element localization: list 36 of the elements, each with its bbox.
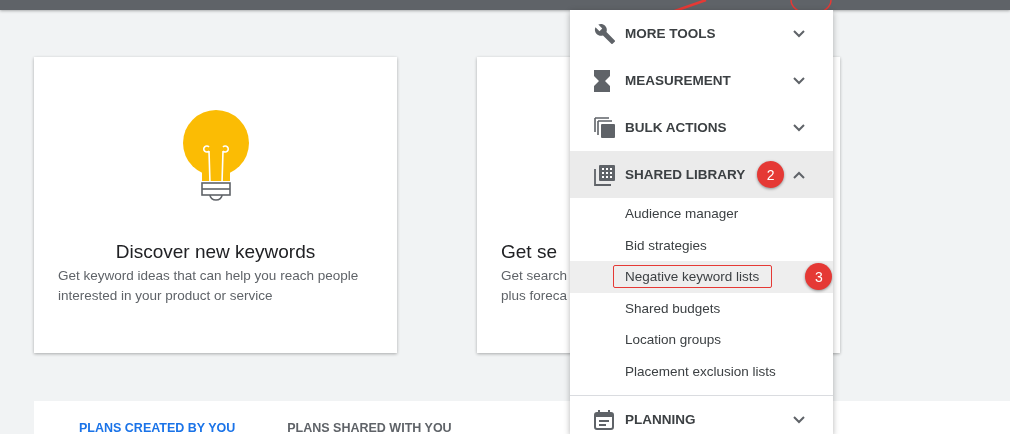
section-label: MORE TOOLS: [625, 26, 716, 41]
card-title: Get se: [500, 241, 557, 263]
plans-tab[interactable]: PLANS CREATED BY YOU: [79, 421, 236, 434]
section-label: MEASUREMENT: [625, 73, 731, 88]
wrench-icon: [594, 22, 616, 45]
menu-item[interactable]: Bid strategies: [625, 235, 707, 255]
plans-tab[interactable]: PLANS SHARED WITH YOU: [287, 421, 452, 434]
menu-item[interactable]: Negative keyword lists: [613, 265, 773, 289]
card-description: Get search plus foreca: [500, 267, 568, 305]
card-description: Get keyword ideas that can help you reach people interested in your product or service: [57, 267, 359, 305]
chevron-icon: [793, 76, 805, 85]
menu-section-header[interactable]: MORE TOOLS: [570, 10, 833, 57]
menu-section-header[interactable]: SHARED LIBRARY 2: [570, 151, 833, 198]
lightbulb-icon: [181, 109, 250, 201]
section-label: SHARED LIBRARY: [625, 167, 746, 182]
hourglass-icon: [594, 69, 610, 92]
menu-item[interactable]: Shared budgets: [625, 298, 721, 318]
chevron-icon: [793, 29, 805, 38]
menu-item[interactable]: Placement exclusion lists: [625, 361, 776, 381]
menu-item[interactable]: Location groups: [625, 330, 722, 350]
menu-item[interactable]: Audience manager: [625, 204, 739, 224]
menu-section-header[interactable]: PLANNING: [570, 396, 833, 434]
grid-library-icon: [594, 163, 616, 186]
chevron-icon: [793, 415, 805, 424]
chevron-icon: [793, 123, 805, 132]
menu-section-header[interactable]: MEASUREMENT: [570, 57, 833, 104]
copies-icon: [594, 116, 616, 139]
calendar-icon: [594, 409, 614, 430]
menu-section-header[interactable]: BULK ACTIONS: [570, 104, 833, 151]
feature-card[interactable]: Discover new keywords Get keyword ideas that can help you reach people interested in your product or service: [34, 57, 397, 353]
section-label: BULK ACTIONS: [625, 120, 727, 135]
chevron-icon: [793, 170, 805, 179]
step-badge: 3: [805, 263, 833, 291]
section-label: PLANNING: [625, 412, 696, 427]
card-title: Discover new keywords: [115, 241, 316, 263]
step-badge: 2: [757, 161, 785, 188]
